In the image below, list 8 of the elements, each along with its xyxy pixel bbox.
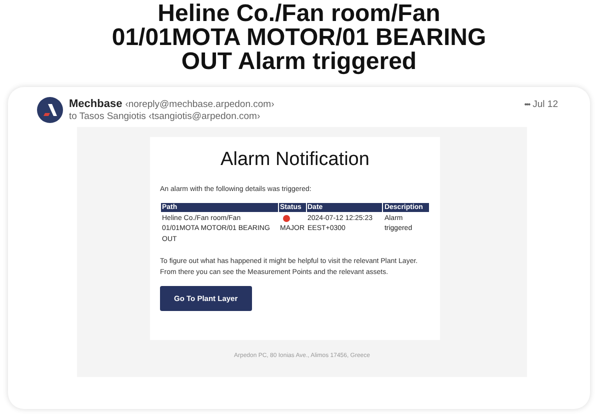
email-subject: Heline Co./Fan room/Fan 01/01MOTA MOTOR/01 BEARING OUT Alarm triggered [110, 2, 488, 74]
message-title: Alarm Notification [220, 149, 370, 171]
more-button[interactable]: ••• [524, 100, 530, 109]
sender-name: Mechbase [69, 98, 122, 110]
sender-address: ‹noreply@mechbase.arpedon.com› [125, 99, 274, 110]
logo-icon [37, 97, 63, 123]
email-date: Jul 12 [532, 99, 558, 110]
recipient-text: to Tasos Sangiotis ‹tsangiotis@arpedon.com› [69, 111, 262, 122]
